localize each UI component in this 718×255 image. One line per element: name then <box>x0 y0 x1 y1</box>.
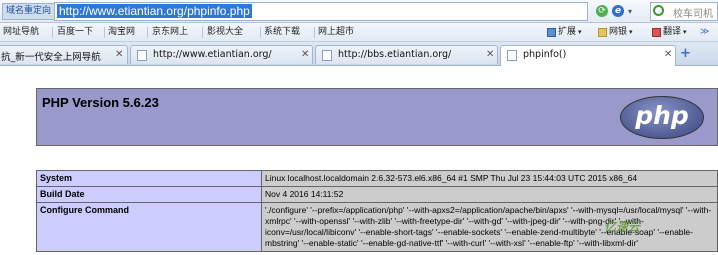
translate-label: 翻译 <box>663 27 682 37</box>
tab-item-active[interactable]: phpinfo() ✕ <box>500 45 676 66</box>
redirect-label[interactable]: 域名重定向 <box>2 3 56 20</box>
close-icon[interactable]: ✕ <box>486 49 494 60</box>
chevron-down-icon: ▾ <box>578 28 582 36</box>
netbank-button[interactable]: 网银 ▾ <box>598 26 633 39</box>
chevron-down-icon[interactable]: ▾ <box>628 7 632 16</box>
bookmark-item[interactable]: 百度一下 <box>57 26 94 101</box>
new-tab-button[interactable]: + <box>680 46 691 61</box>
divider <box>260 27 261 38</box>
tab-bar: 抗_新一代安全上网导航 ✕ http://www.etiantian.org/ … <box>0 42 718 66</box>
row-key: Build Date <box>36 186 262 203</box>
extensions-button[interactable]: 扩展 ▾ <box>547 26 582 39</box>
divider <box>202 27 203 38</box>
refresh-icon[interactable]: ⟳ <box>596 5 608 17</box>
page-content: PHP Version 5.6.23 php System Linux loca… <box>0 66 718 255</box>
bookmark-item[interactable]: 影视大全 <box>207 26 244 101</box>
translate-icon <box>652 28 661 37</box>
row-key: Configure Command <box>36 202 262 252</box>
chevron-down-icon: ▾ <box>629 28 633 36</box>
address-bar: 域名重定向 http://www.etiantian.org/phpinfo.p… <box>0 0 718 23</box>
bookmark-label: 网址导航 <box>3 27 40 37</box>
bookmark-item[interactable]: 网址导航 <box>3 26 40 101</box>
page-icon <box>137 50 147 61</box>
php-header: PHP Version 5.6.23 php <box>36 88 718 146</box>
search-engine-icon[interactable] <box>653 5 664 16</box>
php-logo-text: php <box>635 101 689 130</box>
table-row: System Linux localhost.localdomain 2.6.3… <box>36 170 718 187</box>
more-icon[interactable]: ≫ <box>700 26 709 39</box>
tab-item[interactable]: http://www.etiantian.org/ ✕ <box>130 45 313 64</box>
php-logo: php <box>620 96 704 139</box>
bookmark-label: 影视大全 <box>207 27 244 37</box>
extensions-icon <box>547 28 556 37</box>
close-icon[interactable]: ✕ <box>115 49 123 60</box>
bookmark-label: 网上超市 <box>318 27 355 37</box>
divider <box>52 27 53 38</box>
row-key: System <box>36 170 262 187</box>
search-placeholder: 校车司机 <box>673 9 713 20</box>
close-icon[interactable]: ✕ <box>664 49 672 60</box>
table-row: Build Date Nov 4 2016 14:11:52 <box>36 186 718 203</box>
search-input[interactable]: 校车司机 <box>650 2 718 21</box>
extensions-label: 扩展 <box>558 27 577 37</box>
row-value: Nov 4 2016 14:11:52 <box>261 186 718 203</box>
url-input[interactable]: http://www.etiantian.org/phpinfo.php <box>54 2 588 21</box>
bookmark-item[interactable]: 淘宝网 <box>108 26 136 101</box>
chevron-down-icon: ▾ <box>683 28 687 36</box>
tab-item[interactable]: http://bbs.etiantian.org/ ✕ <box>315 45 498 64</box>
netbank-icon <box>598 28 607 37</box>
bookmark-label: 百度一下 <box>57 27 94 37</box>
divider <box>104 27 105 38</box>
watermark: 亿速云 <box>604 220 641 234</box>
bookmark-item[interactable]: 网上超市 <box>318 26 355 101</box>
row-value: './configure' '--prefix=/application/php… <box>261 202 718 252</box>
divider <box>314 27 315 38</box>
tab-label: http://www.etiantian.org/ <box>153 49 272 60</box>
browser-e-icon[interactable]: e <box>612 5 624 17</box>
bookmark-label: 淘宝网 <box>108 27 136 37</box>
tab-item[interactable]: 抗_新一代安全上网导航 ✕ <box>0 45 128 64</box>
bookmark-item[interactable]: 京东网上 <box>152 26 189 101</box>
page-title: PHP Version 5.6.23 <box>42 95 159 110</box>
tab-label: 抗_新一代安全上网导航 <box>1 52 101 63</box>
url-tools: ⟳ e ▾ <box>596 4 632 18</box>
page-icon <box>507 50 517 61</box>
bookmark-label: 系统下载 <box>264 27 301 37</box>
info-table: System Linux localhost.localdomain 2.6.3… <box>36 170 718 252</box>
bookmark-label: 京东网上 <box>152 27 189 37</box>
bookmark-item[interactable]: 系统下载 <box>264 26 301 101</box>
tab-label: http://bbs.etiantian.org/ <box>338 49 452 60</box>
netbank-label: 网银 <box>609 27 628 37</box>
page-icon <box>322 50 332 61</box>
divider <box>147 27 148 38</box>
url-text[interactable]: http://www.etiantian.org/phpinfo.php <box>57 4 252 18</box>
bookmarks-bar: 网址导航 百度一下 淘宝网 京东网上 影视大全 系统下载 网上超市 扩展 ▾ 网银… <box>0 23 718 101</box>
translate-button[interactable]: 翻译 ▾ <box>652 26 687 39</box>
row-value: Linux localhost.localdomain 2.6.32-573.e… <box>261 170 718 187</box>
tab-label: phpinfo() <box>523 49 567 60</box>
close-icon[interactable]: ✕ <box>301 49 309 60</box>
